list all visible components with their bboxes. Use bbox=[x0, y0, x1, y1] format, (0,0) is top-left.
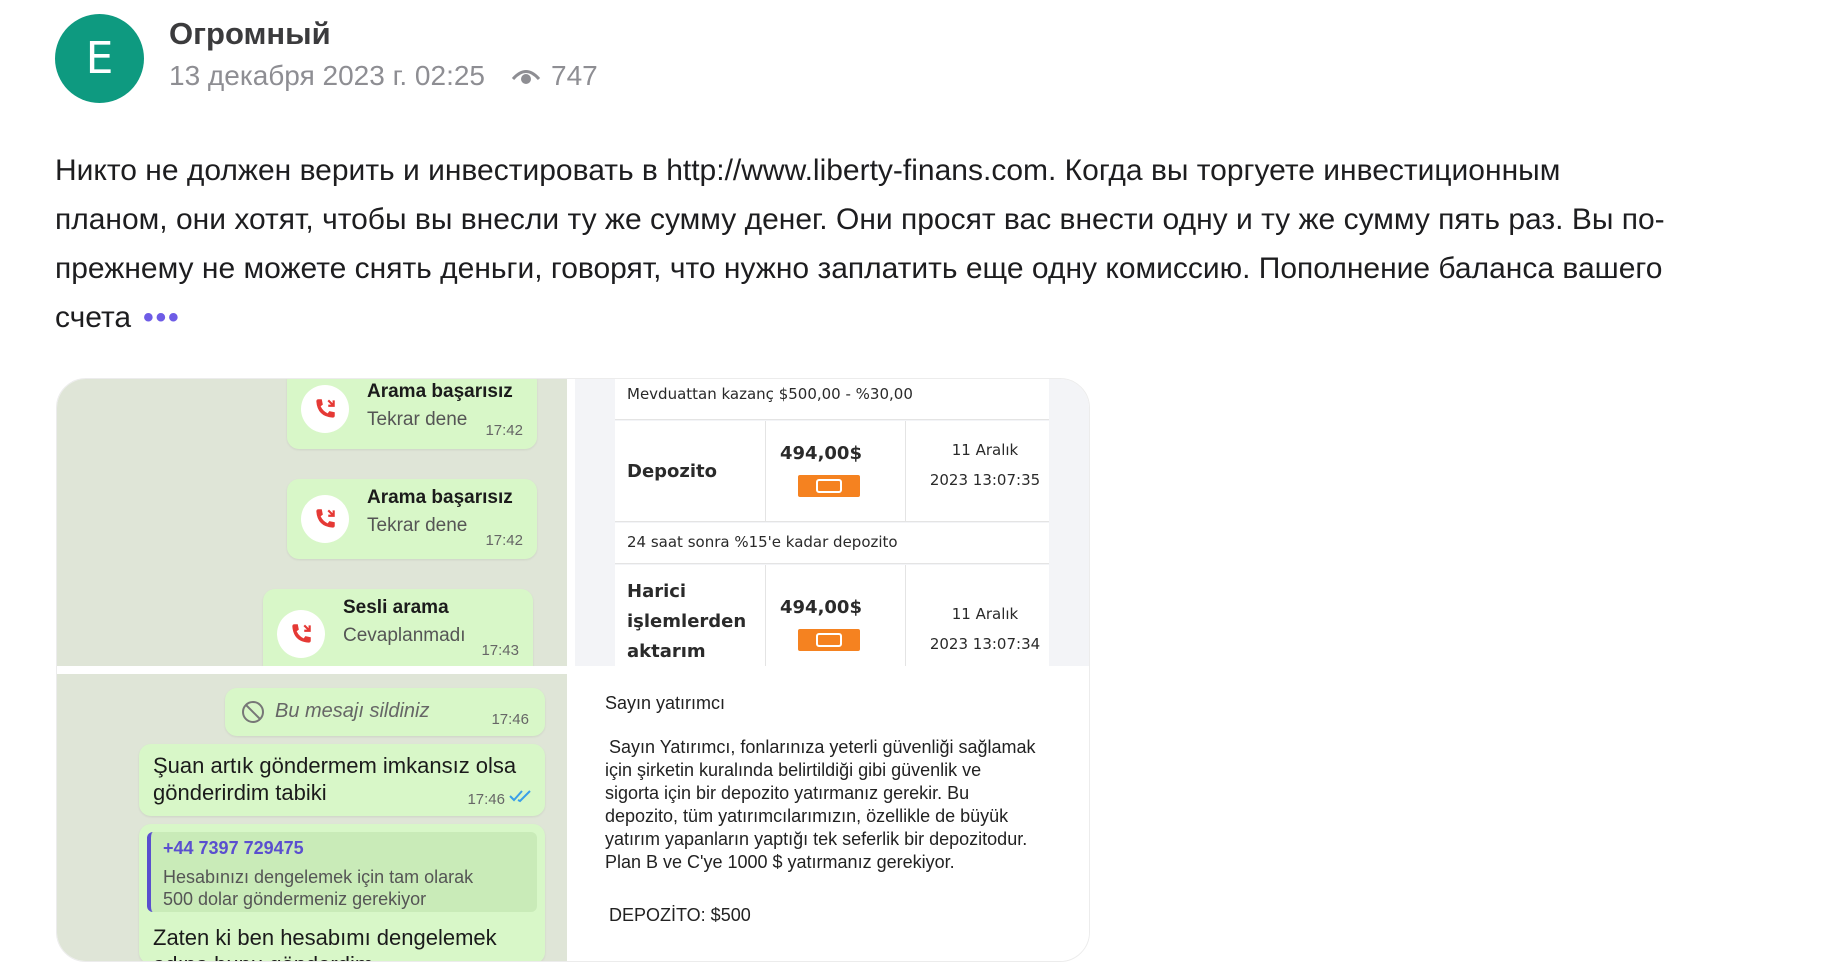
missed-call-icon bbox=[301, 495, 349, 543]
deposit-row: Depozito 494,00$ 11 Aralık 2023 13:07:35 bbox=[615, 421, 1049, 522]
post-text: Никто не должен верить и инвестировать в… bbox=[55, 154, 1665, 334]
deposit-row: Harici işlemlerden aktarım 494,00$ 11 Ar… bbox=[615, 565, 1049, 666]
letter-line: yatırım yapanların yaptığı tek seferlik … bbox=[605, 829, 1028, 849]
call-subtitle: Tekrar dene bbox=[367, 515, 468, 536]
deposit-amount: 494,00$ bbox=[780, 597, 862, 618]
call-bubble: Arama başarısız Tekrar dene 17:42 bbox=[287, 479, 537, 559]
author-avatar[interactable]: E bbox=[55, 14, 144, 103]
call-title: Arama başarısız bbox=[367, 381, 513, 402]
deposit-date-day: 11 Aralık bbox=[951, 605, 1019, 623]
more-button[interactable]: ••• bbox=[143, 301, 181, 334]
gallery-image-calls[interactable]: Arama başarısız Tekrar dene 17:42 Arama … bbox=[57, 379, 567, 666]
message-line: adına bunu gönderdim bbox=[153, 951, 497, 961]
missed-call-icon bbox=[277, 610, 325, 658]
deposit-date-day: 11 Aralık bbox=[951, 441, 1019, 459]
image-gallery[interactable]: Arama başarısız Tekrar dene 17:42 Arama … bbox=[56, 378, 1090, 962]
divider bbox=[765, 421, 766, 521]
deposit-status-icon bbox=[798, 475, 860, 497]
gallery-image-letter[interactable]: Sayın yatırımcı Sayın Yatırımcı, fonları… bbox=[575, 674, 1089, 961]
deposit-header: Mevduattan kazanç $500,00 - %30,00 bbox=[627, 385, 913, 403]
quote-line: Hesabınızı dengelemek için tam olarak bbox=[163, 867, 474, 887]
deposit-header-row: Mevduattan kazanç $500,00 - %30,00 bbox=[615, 379, 1049, 420]
deposit-date: 11 Aralık 2023 13:07:34 bbox=[915, 599, 1055, 659]
call-subtitle: Tekrar dene bbox=[367, 409, 468, 430]
letter-greeting: Sayın yatırımcı bbox=[605, 693, 726, 713]
post-meta: 13 декабря 2023 г. 02:25 747 bbox=[169, 60, 598, 92]
deposit-label-line: aktarım bbox=[627, 641, 706, 662]
call-title: Arama başarısız bbox=[367, 487, 513, 508]
deposit-date: 11 Aralık 2023 13:07:35 bbox=[915, 435, 1055, 495]
post-body: Никто не должен верить и инвестировать в… bbox=[55, 146, 1675, 342]
gallery-image-deposits[interactable]: Mevduattan kazanç $500,00 - %30,00 Depoz… bbox=[575, 379, 1089, 666]
divider bbox=[905, 565, 906, 666]
chat-message: Şuan artık göndermem imkansız olsa gönde… bbox=[139, 744, 545, 816]
deposit-label: Depozito bbox=[627, 461, 718, 482]
letter-line: Plan B ve C'ye 1000 $ yatırmanız gerekiy… bbox=[605, 852, 955, 872]
message-text: Zaten ki ben hesabımı dengelemek adına b… bbox=[153, 924, 497, 961]
deposit-label-line: Harici bbox=[627, 581, 687, 602]
deposit-date-time: 2023 13:07:35 bbox=[929, 471, 1041, 489]
letter-line: için şirketin kuralında belirtildiği gib… bbox=[605, 760, 982, 780]
deposit-date-time: 2023 13:07:34 bbox=[929, 635, 1041, 653]
message-line: Şuan artık göndermem imkansız olsa bbox=[153, 753, 517, 778]
letter-body: Sayın Yatırımcı, fonlarınıza yeterli güv… bbox=[605, 736, 1036, 874]
blocked-icon bbox=[241, 700, 265, 729]
call-time: 17:42 bbox=[485, 422, 523, 439]
deposit-label-line: işlemlerden bbox=[627, 611, 747, 632]
call-subtitle: Cevaplanmadı bbox=[343, 625, 466, 646]
divider bbox=[905, 421, 906, 521]
avatar-letter: E bbox=[85, 33, 114, 84]
message-line: gönderirdim tabiki bbox=[153, 780, 327, 805]
author-name[interactable]: Огромный bbox=[169, 16, 331, 52]
quote-phone: +44 7397 729475 bbox=[163, 838, 304, 858]
deleted-text: Bu mesajı sildiniz bbox=[275, 700, 430, 722]
deposit-amount: 494,00$ bbox=[780, 443, 862, 464]
message-time: 17:46 bbox=[491, 711, 529, 728]
quoted-message[interactable]: +44 7397 729475 Hesabınızı dengelemek iç… bbox=[147, 832, 537, 912]
quote-text: Hesabınızı dengelemek için tam olarak 50… bbox=[163, 866, 473, 910]
letter-line: depozito, tüm yatırımcılarımızın, özelli… bbox=[605, 806, 1009, 826]
deposit-note-row: 24 saat sonra %15'e kadar depozito bbox=[615, 523, 1049, 564]
deposit-label: Harici işlemlerden aktarım bbox=[627, 577, 746, 666]
deposit-status-icon bbox=[798, 629, 860, 651]
chat-message: +44 7397 729475 Hesabınızı dengelemek iç… bbox=[139, 824, 545, 961]
deleted-message: Bu mesajı sildiniz 17:46 bbox=[225, 688, 545, 736]
letter-footer: DEPOZİTO: $500 bbox=[609, 905, 751, 925]
missed-call-icon bbox=[301, 385, 349, 433]
call-time: 17:43 bbox=[481, 642, 519, 659]
divider bbox=[765, 565, 766, 666]
deposit-note: 24 saat sonra %15'e kadar depozito bbox=[627, 533, 898, 551]
double-check-icon bbox=[509, 789, 533, 808]
message-line: Zaten ki ben hesabımı dengelemek bbox=[153, 925, 497, 950]
call-time: 17:42 bbox=[485, 532, 523, 549]
quote-line: 500 dolar göndermeniz gerekiyor bbox=[163, 889, 427, 909]
view-count: 747 bbox=[551, 60, 598, 91]
call-bubble: Sesli arama Cevaplanmadı 17:43 bbox=[263, 589, 533, 666]
post-date: 13 декабря 2023 г. 02:25 bbox=[169, 60, 485, 91]
letter-line: sigorta için bir depozito yatırmanız ger… bbox=[605, 783, 970, 803]
call-title: Sesli arama bbox=[343, 597, 449, 618]
gallery-image-chat[interactable]: Bu mesajı sildiniz 17:46 Şuan artık gönd… bbox=[57, 674, 567, 961]
letter-line: Sayın Yatırımcı, fonlarınıza yeterli güv… bbox=[609, 737, 1036, 757]
message-time: 17:46 bbox=[467, 791, 505, 808]
call-bubble: Arama başarısız Tekrar dene 17:42 bbox=[287, 379, 537, 449]
eye-icon bbox=[511, 66, 541, 86]
message-text: Şuan artık göndermem imkansız olsa gönde… bbox=[153, 752, 516, 806]
